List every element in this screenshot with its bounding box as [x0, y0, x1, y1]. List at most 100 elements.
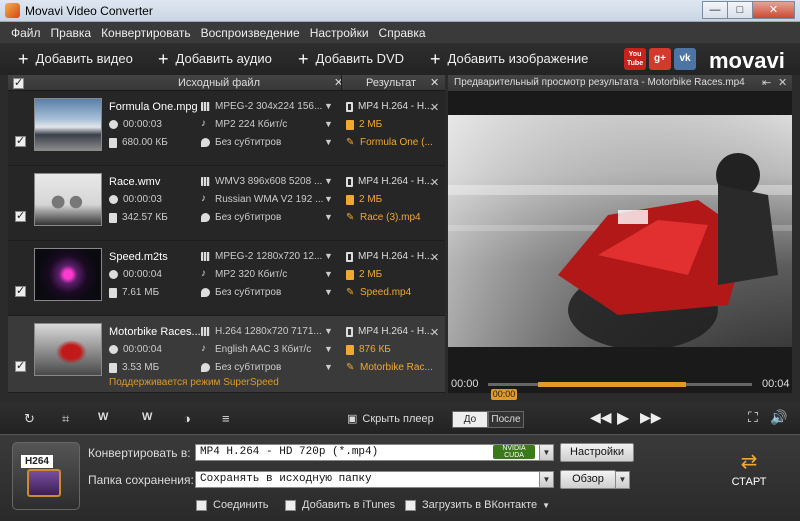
menu-convert[interactable]: Конвертировать	[96, 22, 196, 43]
join-option[interactable]: Соединить	[196, 499, 269, 511]
close-icon[interactable]: ✕	[778, 76, 787, 89]
audio-icon: ♪	[201, 193, 206, 204]
forward-icon[interactable]: ▶▶	[640, 409, 662, 426]
chevron-down-icon[interactable]: ▼	[324, 194, 333, 204]
file-row[interactable]: Formula One.mpg MPEG-2 304x224 156... ▼ …	[8, 91, 445, 166]
chevron-down-icon[interactable]: ▼	[324, 101, 333, 111]
browse-button[interactable]: Обзор	[560, 470, 616, 489]
chevron-down-icon[interactable]: ▼	[324, 344, 333, 354]
effects-icon[interactable]: ◑	[183, 411, 191, 426]
motorbike-image	[448, 115, 792, 347]
add-video-button[interactable]: + Добавить видео	[18, 50, 133, 68]
menu-edit[interactable]: Правка	[46, 22, 97, 43]
edit-name-icon[interactable]: ✎	[346, 138, 355, 148]
pin-icon[interactable]: ⇤	[762, 76, 771, 89]
file-checkbox[interactable]	[15, 134, 26, 147]
chevron-down-icon[interactable]: ▼	[324, 251, 333, 261]
remove-file-icon[interactable]: ✕	[430, 251, 439, 264]
player-icon: ▣	[347, 413, 358, 425]
start-button[interactable]: ⇄ СТАРТ	[728, 450, 770, 488]
edit-name-icon[interactable]: ✎	[346, 363, 355, 373]
rotate-icon[interactable]: ↻	[24, 411, 35, 427]
chevron-down-icon[interactable]: ▼	[324, 326, 333, 336]
chevron-down-icon[interactable]: ▼	[324, 176, 333, 186]
add-audio-button[interactable]: + Добавить аудио	[158, 48, 272, 69]
file-checkbox[interactable]	[15, 284, 26, 297]
play-icon[interactable]: ▶	[617, 408, 629, 428]
file-list-header: Исходный файл ✕ Результат ✕	[8, 75, 445, 91]
preview-title: Предварительный просмотр результата - Mo…	[454, 77, 745, 88]
video-thumbnail	[34, 98, 102, 151]
vk-upload-option[interactable]: Загрузить в ВКонтакте ▼	[405, 499, 550, 511]
file-list: Исходный файл ✕ Результат ✕ Formula One.…	[8, 75, 445, 393]
add-image-button[interactable]: + Добавить изображение	[430, 48, 588, 69]
edit-name-icon[interactable]: ✎	[346, 213, 355, 223]
chevron-down-icon[interactable]: ▼	[324, 287, 333, 297]
time-end: 00:04	[762, 378, 790, 390]
control-strip: ↻ ⌗ W W ◑ ≡ ▣ Скрыть плеер До После ◀◀ ▶…	[0, 403, 800, 434]
equalizer-icon[interactable]: ≡	[222, 411, 230, 426]
fullscreen-icon[interactable]: ⛶	[748, 409, 758, 426]
chevron-down-icon[interactable]: ▼	[324, 137, 333, 147]
chevron-down-icon[interactable]: ▼	[324, 269, 333, 279]
chevron-down-icon[interactable]: ▼	[324, 362, 333, 372]
add-dvd-button[interactable]: + Добавить DVD	[298, 50, 404, 68]
plus-icon: +	[158, 48, 169, 69]
chevron-down-icon[interactable]: ▼	[542, 501, 550, 510]
file-row[interactable]: Speed.m2ts MPEG-2 1280x720 12... ▼ 00:00…	[8, 241, 445, 316]
file-row[interactable]: Race.wmv WMV3 896x608 5208 ... ▼ 00:00:0…	[8, 166, 445, 241]
vk-checkbox[interactable]	[405, 499, 416, 511]
remove-file-icon[interactable]: ✕	[430, 326, 439, 339]
maximize-button[interactable]: □	[727, 1, 753, 19]
select-all-checkbox[interactable]	[13, 76, 24, 89]
audio-icon: ♪	[201, 343, 206, 354]
menu-playback[interactable]: Воспроизведение	[196, 22, 305, 43]
remove-file-icon[interactable]: ✕	[430, 101, 439, 114]
youtube-icon[interactable]: You Tube	[624, 48, 646, 70]
output-size-icon	[346, 119, 354, 130]
crop-icon[interactable]: ⌗	[62, 411, 69, 427]
before-button[interactable]: До	[452, 411, 488, 428]
remove-file-icon[interactable]: ✕	[430, 176, 439, 189]
vk-icon[interactable]: vk	[674, 48, 696, 70]
join-checkbox[interactable]	[196, 499, 207, 511]
video-icon	[201, 252, 210, 261]
plus-icon: +	[430, 48, 441, 69]
format-icon[interactable]: H264	[12, 442, 80, 510]
itunes-checkbox[interactable]	[285, 499, 296, 511]
menu-help[interactable]: Справка	[374, 22, 431, 43]
chevron-down-icon[interactable]: ▼	[324, 119, 333, 129]
column-source: Исходный файл	[178, 77, 260, 89]
file-checkbox[interactable]	[15, 209, 26, 222]
hide-player-button[interactable]: ▣ Скрыть плеер	[347, 412, 434, 426]
video-thumbnail	[34, 323, 102, 376]
folder-select[interactable]: Сохранять в исходную папку	[195, 471, 540, 488]
after-button[interactable]: После	[488, 411, 524, 428]
settings-button[interactable]: Настройки	[560, 443, 634, 462]
itunes-option[interactable]: Добавить в iTunes	[285, 499, 395, 511]
format-select[interactable]: MP4 H.264 - HD 720p (*.mp4)	[195, 444, 540, 461]
timeline-selection[interactable]	[538, 382, 686, 387]
app-icon	[5, 3, 20, 18]
output-size-icon	[346, 194, 354, 205]
watermark-icon[interactable]: W	[98, 411, 108, 423]
close-icon[interactable]: ✕	[430, 76, 439, 89]
logo-watermark-icon[interactable]: W	[142, 411, 152, 423]
menu-settings[interactable]: Настройки	[305, 22, 374, 43]
close-button[interactable]: ✕	[752, 1, 795, 19]
edit-name-icon[interactable]: ✎	[346, 288, 355, 298]
chevron-down-icon[interactable]: ▼	[539, 444, 554, 461]
google-plus-icon[interactable]: g+	[649, 48, 671, 70]
subtitles-icon	[201, 288, 210, 297]
menu-file[interactable]: Файл	[6, 22, 46, 43]
chevron-down-icon[interactable]: ▼	[539, 471, 554, 488]
volume-icon[interactable]: 🔊	[770, 409, 787, 426]
cuda-badge: NVIDIA CUDA	[493, 445, 535, 459]
window-title: Movavi Video Converter	[25, 4, 153, 18]
rewind-icon[interactable]: ◀◀	[590, 409, 612, 426]
preview-video[interactable]	[448, 115, 792, 347]
file-checkbox[interactable]	[15, 359, 26, 372]
chevron-down-icon[interactable]: ▼	[615, 471, 630, 489]
minimize-button[interactable]: —	[702, 1, 728, 19]
chevron-down-icon[interactable]: ▼	[324, 212, 333, 222]
